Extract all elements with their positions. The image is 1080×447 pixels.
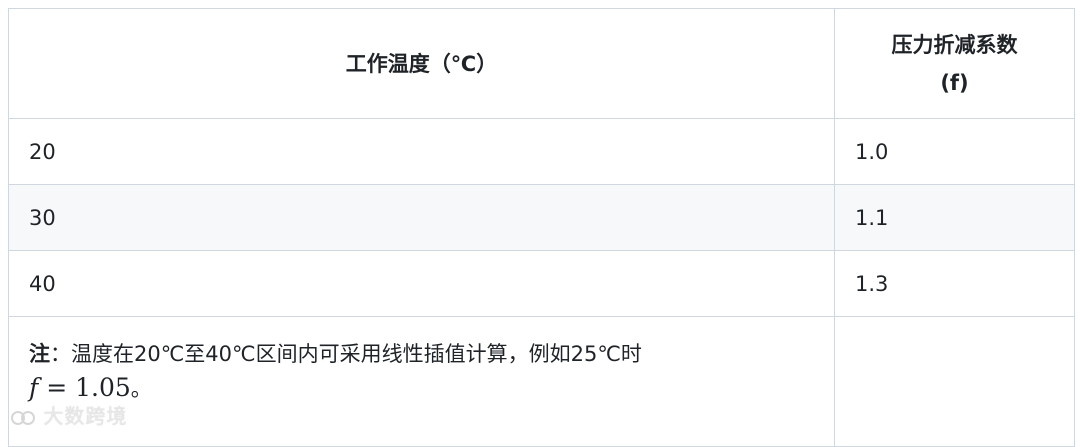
pressure-table: 工作温度（℃） 压力折减系数 (f) 20 1.0 30 1.1 40 1.3 … <box>8 8 1075 447</box>
watermark: 大数跨境 <box>10 400 127 429</box>
note-formula: f = 1.05 <box>29 373 131 402</box>
table-row: 20 1.0 <box>8 118 1075 185</box>
cell-temperature: 30 <box>8 184 835 251</box>
note-cell: 注：温度在20℃至40℃区间内可采用线性插值计算，例如25℃时 f = 1.05… <box>8 316 835 447</box>
note-text: ：温度在20℃至40℃区间内可采用线性插值计算，例如25℃时 <box>50 342 642 366</box>
table-header-row: 工作温度（℃） 压力折减系数 (f) <box>8 8 1075 119</box>
cell-temperature: 20 <box>8 118 835 185</box>
note-row: 注：温度在20℃至40℃区间内可采用线性插值计算，例如25℃时 f = 1.05… <box>8 316 1075 447</box>
note-label: 注 <box>29 342 50 366</box>
header-factor-line2: (f) <box>940 70 969 95</box>
header-temperature: 工作温度（℃） <box>8 8 835 119</box>
formula-end: 。 <box>130 377 152 401</box>
cell-factor: 1.3 <box>834 250 1075 317</box>
note-empty-cell <box>834 316 1075 447</box>
header-factor: 压力折减系数 (f) <box>834 8 1075 119</box>
formula-variable: f <box>29 373 39 402</box>
cell-factor: 1.1 <box>834 184 1075 251</box>
watermark-text: 大数跨境 <box>43 404 128 428</box>
header-factor-line1: 压力折减系数 <box>891 32 1018 57</box>
table-row: 30 1.1 <box>8 184 1075 251</box>
logo-icon <box>11 410 35 425</box>
cell-temperature: 40 <box>8 250 835 317</box>
cell-factor: 1.0 <box>834 118 1075 185</box>
table-row: 40 1.3 <box>8 250 1075 317</box>
formula-value: = 1.05 <box>38 373 131 402</box>
